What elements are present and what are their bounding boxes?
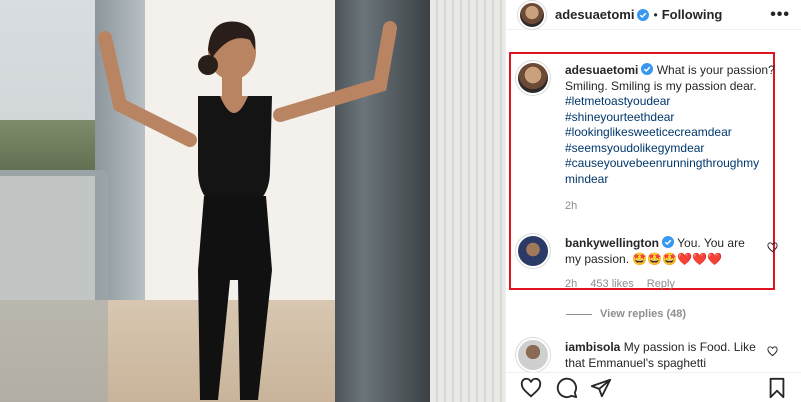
- author-username[interactable]: adesuaetomi: [555, 7, 634, 22]
- hashtag-link[interactable]: #lookinglikesweeticecreamdear: [565, 125, 778, 141]
- comment-icon[interactable]: [556, 377, 578, 399]
- post-actions-bar: [506, 372, 801, 402]
- comment-username[interactable]: iambisola: [565, 340, 620, 354]
- post-side-panel: adesuaetomi • Following ••• adesuaetomi …: [505, 0, 801, 402]
- comment-item: iambisola My passion is Food. Like that …: [518, 340, 778, 371]
- bookmark-icon[interactable]: [766, 377, 788, 399]
- post-header: adesuaetomi • Following •••: [506, 0, 801, 30]
- verified-icon: [641, 63, 654, 75]
- comment-time: 2h: [565, 278, 578, 290]
- heart-icon[interactable]: [767, 346, 778, 357]
- post-photo[interactable]: [0, 0, 505, 402]
- view-replies-label: View replies (48): [600, 308, 687, 320]
- verified-icon: [662, 236, 675, 248]
- commenter-avatar[interactable]: [518, 340, 548, 370]
- hashtag-link[interactable]: #shineyourteethdear: [565, 110, 778, 126]
- person-figure: [98, 21, 397, 400]
- following-button[interactable]: Following: [662, 7, 723, 22]
- view-replies-button[interactable]: View replies (48): [566, 308, 686, 320]
- hashtag-link[interactable]: #causeyouvebeenrunningthroughmy mindear: [565, 156, 778, 187]
- reply-button[interactable]: Reply: [647, 278, 675, 290]
- more-icon[interactable]: •••: [770, 6, 790, 24]
- hashtag-link[interactable]: #letmetoastyoudear: [565, 94, 778, 110]
- commenter-avatar[interactable]: [518, 236, 548, 266]
- verified-icon: [637, 8, 650, 21]
- replies-divider: [566, 313, 592, 315]
- photo-blinds: [430, 0, 505, 402]
- caption-avatar[interactable]: [518, 63, 548, 93]
- hashtag-link[interactable]: #seemsyoudolikegymdear: [565, 141, 778, 157]
- caption-time: 2h: [565, 200, 578, 212]
- comment-likes[interactable]: 453 likes: [590, 278, 633, 290]
- author-avatar[interactable]: [520, 2, 544, 27]
- comment-username[interactable]: bankywellington: [565, 236, 659, 250]
- comment-item: bankywellington You. You are my passion.…: [518, 236, 778, 293]
- caption-username[interactable]: adesuaetomi: [565, 63, 638, 77]
- heart-icon[interactable]: [520, 377, 542, 399]
- heart-icon[interactable]: [767, 242, 778, 253]
- share-icon[interactable]: [590, 377, 612, 399]
- caption: adesuaetomi What is your passion? Smilin…: [518, 63, 778, 215]
- separator-dot: •: [653, 7, 658, 22]
- caption-meta: 2h: [565, 199, 778, 215]
- comment-meta: 2h 453 likes Reply: [565, 277, 760, 293]
